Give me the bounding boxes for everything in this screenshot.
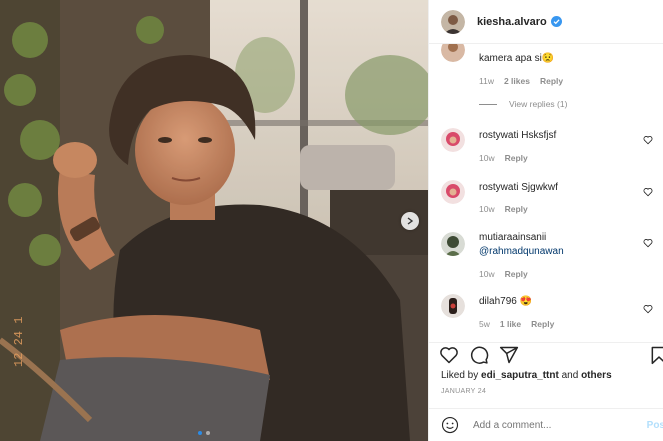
share-icon[interactable] [499,345,519,365]
carousel-next-button[interactable] [401,212,419,230]
instagram-post: 12 24 1 kiesha.alvaro kamera apa si😟 11w… [0,0,663,441]
carousel-dot [206,431,210,435]
post-media[interactable]: 12 24 1 [0,0,428,441]
comment-text: dilah796 😍 [479,296,533,307]
commenter-avatar[interactable] [441,180,465,204]
comment-item: rostywati Sjgwkwf [441,180,653,204]
reply-button[interactable]: Reply [531,319,554,329]
action-bar [429,342,663,366]
likes-summary: Liked by edi_saputra_ttnt and others [441,370,612,381]
comment-meta: 10w Reply [479,269,528,279]
reply-button[interactable]: Reply [505,269,528,279]
author-avatar[interactable] [441,9,465,34]
verified-badge-icon [550,16,562,27]
commenter-avatar[interactable] [441,128,465,152]
comment-icon[interactable] [469,345,489,365]
liker-username[interactable]: edi_saputra_ttnt [481,370,559,381]
commenter-avatar[interactable] [441,294,465,318]
comment-meta: 11w 2 likes Reply [479,76,563,86]
others-link[interactable]: others [581,370,612,381]
reply-button[interactable]: Reply [505,204,528,214]
comment-meta: 10w Reply [479,153,528,163]
post-header: kiesha.alvaro [429,0,663,44]
comment-item: rostywati Hsksfjsf [441,128,653,152]
post-photo [0,0,428,441]
heart-icon[interactable] [643,238,653,248]
emoji-icon[interactable] [441,416,459,434]
carousel-dot [198,431,202,435]
heart-icon[interactable] [643,135,653,145]
comment-text: mutiaraainsanii @rahmadqunawan [479,232,564,259]
comment-item: mutiaraainsanii @rahmadqunawan [441,232,653,259]
post-date: JANUARY 24 [441,388,487,395]
heart-icon[interactable] [643,304,653,314]
comment-time: 11w [479,76,494,86]
chevron-right-icon [407,217,414,225]
post-comment-button[interactable]: Pos [647,420,663,431]
comment-meta: 5w 1 like Reply [479,319,554,329]
add-comment-bar: Pos [429,408,663,441]
comment-likes[interactable]: 2 likes [504,76,530,86]
comment-text: kamera apa si😟 [479,53,555,64]
comment-text: rostywati Hsksfjsf [479,130,557,141]
comment-text: rostywati Sjgwkwf [479,182,558,193]
post-side-panel: kiesha.alvaro kamera apa si😟 11w 2 likes… [428,0,663,441]
mention-link[interactable]: @rahmadqunawan [479,245,564,259]
carousel-indicator [198,431,210,435]
comment-time: 10w [479,269,495,279]
view-replies-line [479,103,497,105]
commenter-avatar[interactable] [441,44,465,62]
reply-button[interactable]: Reply [505,153,528,163]
commenter-avatar[interactable] [441,232,465,256]
comment-likes[interactable]: 1 like [500,319,521,329]
reply-button[interactable]: Reply [540,76,563,86]
heart-icon[interactable] [643,187,653,197]
comment-time: 10w [479,204,495,214]
comment-item: kamera apa si😟 [441,44,653,66]
author-username[interactable]: kiesha.alvaro [477,16,547,28]
view-replies-button[interactable]: View replies (1) [479,99,567,109]
date-stamp-decoration: 12 24 1 [12,317,26,367]
heart-icon[interactable] [439,345,459,365]
bookmark-icon[interactable] [649,345,663,365]
comment-item: dilah796 😍 [441,294,653,318]
comment-time: 5w [479,319,490,329]
comment-input[interactable] [473,419,623,431]
comments-list: kamera apa si😟 11w 2 likes Reply View re… [429,44,663,342]
comment-meta: 10w Reply [479,204,528,214]
comment-time: 10w [479,153,495,163]
svg-text:12 24 1: 12 24 1 [12,317,26,367]
